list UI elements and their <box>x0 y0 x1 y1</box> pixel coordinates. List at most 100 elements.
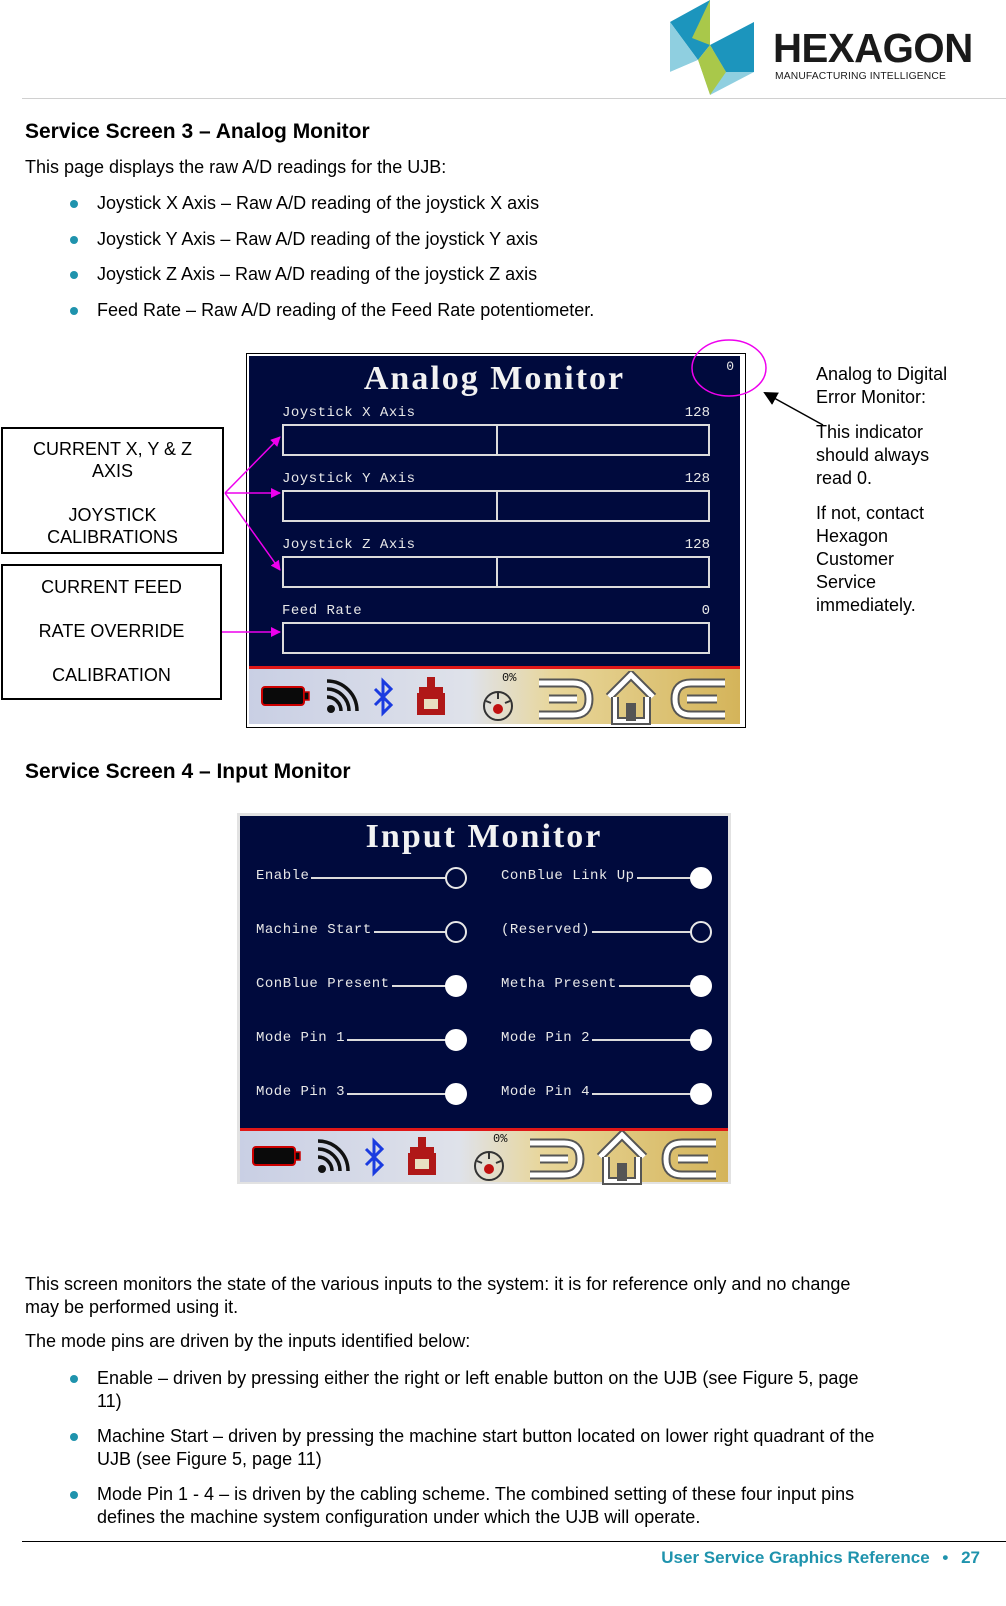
note-text: read 0. <box>816 468 873 488</box>
status-led-icon <box>690 867 712 889</box>
bullet-text: Enable – driven by pressing either the r… <box>97 1368 859 1388</box>
menu-back-icon[interactable] <box>524 1135 586 1183</box>
axis-value: 0 <box>701 603 710 619</box>
status-led-icon <box>690 921 712 943</box>
bluetooth-icon <box>364 1137 385 1177</box>
feed-percent: 0% <box>502 671 517 685</box>
input-machine-start: Machine Start <box>256 920 467 944</box>
list-item: Enable – driven by pressing either the r… <box>70 1367 874 1413</box>
note-text: Error Monitor: <box>816 387 927 407</box>
section-heading-analog-monitor: Service Screen 3 – Analog Monitor <box>25 120 370 143</box>
bullet-text: Joystick Y Axis – Raw A/D reading of the… <box>97 228 538 249</box>
menu-forward-icon[interactable] <box>660 1135 722 1183</box>
bullet-icon <box>70 306 78 315</box>
machine-icon <box>408 1137 436 1175</box>
page-footer: User Service Graphics Reference • 27 <box>661 1549 980 1566</box>
bullet-text: Mode Pin 1 - 4 – is driven by the cablin… <box>97 1484 855 1504</box>
input-mode-pin-1: Mode Pin 1 <box>256 1028 467 1052</box>
battery-icon <box>252 1146 301 1166</box>
bullet-text: Joystick X Axis – Raw A/D reading of the… <box>97 193 540 213</box>
bar-center-marker <box>496 558 498 586</box>
feed-rate-calibration-callout: CURRENT FEED RATE OVERRIDE CALIBRATION <box>1 564 222 700</box>
bar-center-marker <box>496 492 498 520</box>
signal-icon <box>317 1139 350 1173</box>
status-bar: 0% <box>249 666 740 725</box>
status-led-icon <box>445 1083 467 1105</box>
callout-text: AXIS <box>91 461 134 481</box>
page-number: 27 <box>961 1548 980 1567</box>
input-label: ConBlue Link Up <box>501 868 637 884</box>
feed-gauge-icon <box>474 1151 504 1181</box>
input-enable: Enable <box>256 866 467 890</box>
home-icon[interactable] <box>603 671 659 725</box>
callout-text: CALIBRATION <box>52 665 171 685</box>
machine-icon <box>417 677 445 715</box>
feed-rate-bar <box>282 622 710 654</box>
list-item: Feed Rate – Raw A/D reading of the Feed … <box>70 299 594 322</box>
bullet-text: 11) <box>97 1391 122 1411</box>
list-item: Joystick Y Axis – Raw A/D reading of the… <box>70 228 594 251</box>
input-metha-present: Metha Present <box>501 974 712 998</box>
axis-label: Joystick Z Axis <box>282 537 416 553</box>
analog-monitor-figure: Analog Monitor 0 Joystick X Axis 128 Joy… <box>246 353 746 728</box>
paragraph-line: may be performed using it. <box>25 1297 239 1317</box>
bullet-text: Joystick Z Axis – Raw A/D reading of the… <box>97 264 538 285</box>
axis-value: 128 <box>684 537 710 553</box>
status-led-icon <box>445 975 467 997</box>
joystick-y-bar <box>282 490 710 522</box>
note-text: This indicator <box>816 422 924 442</box>
status-led-icon <box>445 921 467 943</box>
hexagon-logo: HEXAGON MANUFACTURING INTELLIGENCE <box>670 0 980 95</box>
footer-title: User Service Graphics Reference <box>661 1548 930 1567</box>
feed-gauge-icon <box>483 691 513 721</box>
status-bar: 0% <box>240 1128 728 1185</box>
callout-text: RATE OVERRIDE <box>38 621 185 641</box>
section1-intro: This page displays the raw A/D readings … <box>25 157 447 177</box>
input-mode-pin-4: Mode Pin 4 <box>501 1082 712 1106</box>
input-monitor-screen: Input Monitor Enable Machine Start ConBl… <box>240 816 728 1185</box>
battery-icon <box>261 686 310 706</box>
input-mode-pin-2: Mode Pin 2 <box>501 1028 712 1052</box>
logo-tagline: MANUFACTURING INTELLIGENCE <box>775 71 946 82</box>
list-item: Joystick Z Axis – Raw A/D reading of the… <box>70 263 594 286</box>
input-monitor-figure: Input Monitor Enable Machine Start ConBl… <box>237 813 731 1185</box>
feed-percent: 0% <box>493 1132 508 1146</box>
input-label: Mode Pin 1 <box>256 1030 348 1046</box>
input-label: Metha Present <box>501 976 619 992</box>
note-text: Service <box>816 572 877 592</box>
header-divider <box>22 98 1006 99</box>
bullet-text: Machine Start – driven by pressing the m… <box>97 1426 875 1446</box>
analog-monitor-screen: Analog Monitor 0 Joystick X Axis 128 Joy… <box>249 356 740 725</box>
bullet-icon <box>70 1433 78 1441</box>
input-label: (Reserved) <box>501 922 593 938</box>
bluetooth-icon <box>373 677 394 717</box>
bullet-icon <box>70 271 78 280</box>
paragraph-line: This screen monitors the state of the va… <box>25 1274 851 1294</box>
note-text: Customer <box>816 549 895 569</box>
status-led-icon <box>690 1029 712 1051</box>
ad-error-indicator: 0 <box>726 359 734 374</box>
input-label: Mode Pin 3 <box>256 1084 348 1100</box>
footer-divider <box>22 1541 1006 1542</box>
input-label: Mode Pin 4 <box>501 1084 593 1100</box>
callout-text: CURRENT FEED <box>41 577 182 597</box>
callout-text: JOYSTICK <box>68 505 157 525</box>
input-mode-pin-3: Mode Pin 3 <box>256 1082 467 1106</box>
menu-back-icon[interactable] <box>533 675 595 723</box>
list-item: Mode Pin 1 - 4 – is driven by the cablin… <box>70 1483 874 1529</box>
input-label: ConBlue Present <box>256 976 392 992</box>
home-icon[interactable] <box>594 1131 650 1185</box>
axis-value: 128 <box>684 471 710 487</box>
note-text: immediately. <box>816 595 916 615</box>
bullet-text: UJB (see Figure 5, page 11) <box>97 1449 322 1469</box>
section1-bullet-list: Joystick X Axis – Raw A/D reading of the… <box>70 192 594 322</box>
signal-icon <box>326 679 359 713</box>
bar-center-marker <box>496 426 498 454</box>
note-text: If not, contact <box>816 503 925 523</box>
input-conblue-present: ConBlue Present <box>256 974 467 998</box>
menu-forward-icon[interactable] <box>669 675 731 723</box>
callout-text: CALIBRATIONS <box>47 527 178 547</box>
input-reserved: (Reserved) <box>501 920 712 944</box>
input-label: Enable <box>256 868 312 884</box>
note-text: should always <box>816 445 930 465</box>
